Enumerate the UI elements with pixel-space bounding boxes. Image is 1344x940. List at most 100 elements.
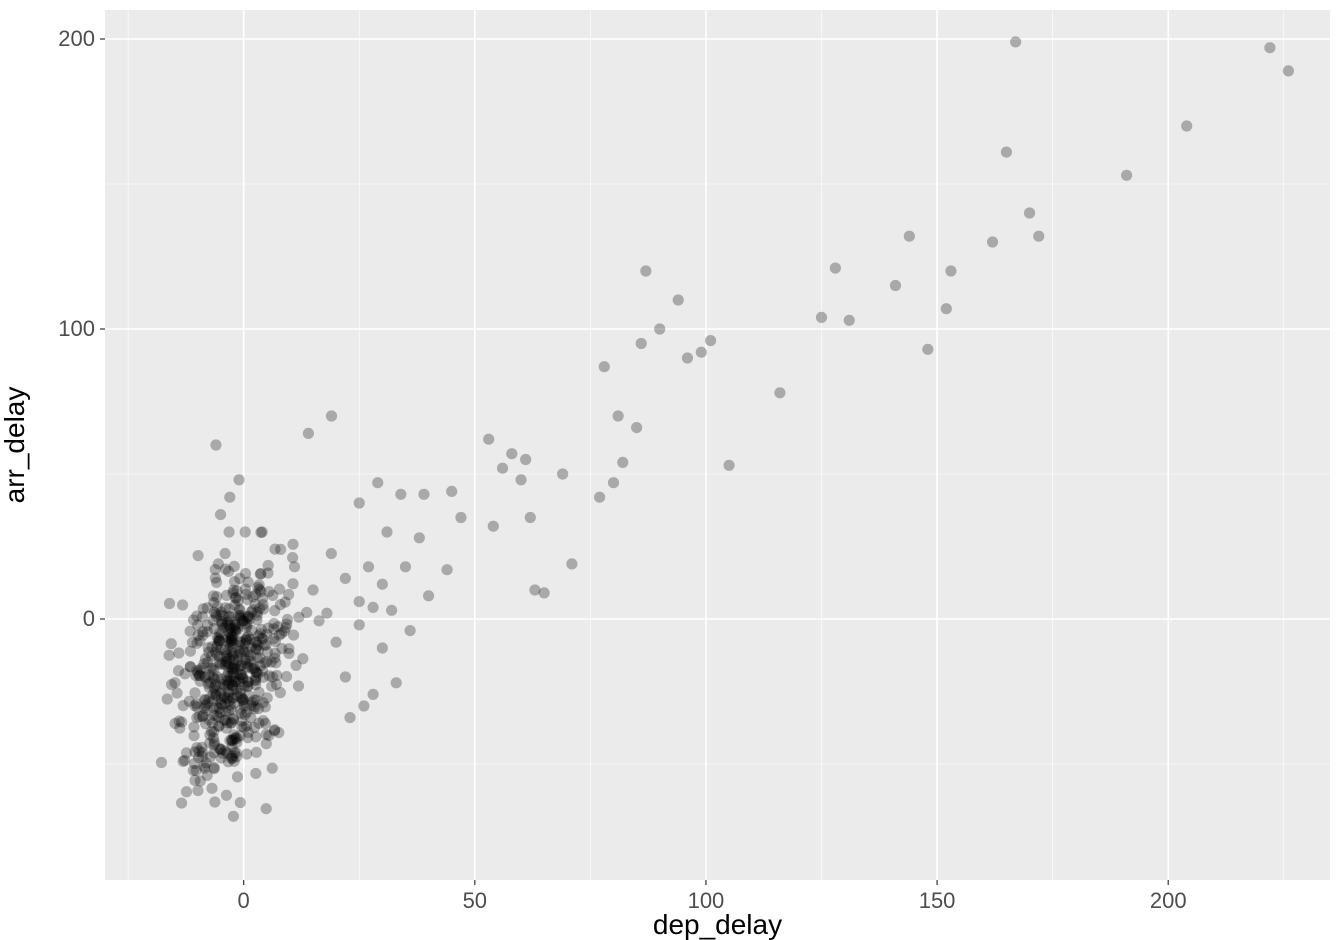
- data-point: [221, 790, 232, 801]
- data-point: [441, 564, 452, 575]
- data-point: [705, 335, 716, 346]
- data-point: [673, 294, 684, 305]
- data-point: [1010, 36, 1021, 47]
- x-tick-label: 0: [238, 888, 250, 913]
- data-point: [1001, 147, 1012, 158]
- data-point: [209, 796, 220, 807]
- data-point: [987, 236, 998, 247]
- data-point: [246, 700, 257, 711]
- data-point: [488, 521, 499, 532]
- data-point: [414, 532, 425, 543]
- data-point: [181, 786, 192, 797]
- data-point: [844, 315, 855, 326]
- data-point: [213, 633, 224, 644]
- data-point: [256, 624, 267, 635]
- data-point: [215, 744, 226, 755]
- data-point: [250, 768, 261, 779]
- data-point: [358, 700, 369, 711]
- data-point: [166, 638, 177, 649]
- data-point: [904, 231, 915, 242]
- data-point: [224, 492, 235, 503]
- data-point: [377, 642, 388, 653]
- data-point: [251, 607, 262, 618]
- data-point: [177, 756, 188, 767]
- data-point: [189, 758, 200, 769]
- data-point: [354, 596, 365, 607]
- data-point: [248, 663, 259, 674]
- data-point: [539, 587, 550, 598]
- data-point: [291, 660, 302, 671]
- data-point: [344, 712, 355, 723]
- data-point: [257, 526, 268, 537]
- data-point: [282, 614, 293, 625]
- data-point: [515, 474, 526, 485]
- plot-panel: [105, 10, 1330, 880]
- data-point: [242, 677, 253, 688]
- data-point: [226, 734, 237, 745]
- data-point: [232, 771, 243, 782]
- x-axis-title: dep_delay: [653, 909, 782, 940]
- data-point: [640, 265, 651, 276]
- data-point: [283, 589, 294, 600]
- data-point: [270, 657, 281, 668]
- data-point: [204, 737, 215, 748]
- scatter-chart: 0501001502000100200dep_delayarr_delay: [0, 0, 1344, 940]
- data-point: [210, 572, 221, 583]
- chart-svg: 0501001502000100200dep_delayarr_delay: [0, 0, 1344, 940]
- data-point: [281, 671, 292, 682]
- data-point: [223, 676, 234, 687]
- data-point: [171, 687, 182, 698]
- data-point: [506, 448, 517, 459]
- data-point: [520, 454, 531, 465]
- y-axis-title: arr_delay: [0, 387, 30, 504]
- x-tick-label: 150: [919, 888, 956, 913]
- data-point: [617, 457, 628, 468]
- y-tick-label: 0: [83, 606, 95, 631]
- data-point: [1033, 231, 1044, 242]
- x-tick-label: 200: [1150, 888, 1187, 913]
- data-point: [220, 548, 231, 559]
- data-point: [289, 561, 300, 572]
- data-point: [340, 573, 351, 584]
- x-tick-label: 50: [463, 888, 487, 913]
- data-point: [254, 584, 265, 595]
- data-point: [287, 539, 298, 550]
- data-point: [229, 599, 240, 610]
- data-point: [235, 797, 246, 808]
- data-point: [890, 280, 901, 291]
- data-point: [275, 544, 286, 555]
- data-point: [224, 526, 235, 537]
- data-point: [215, 509, 226, 520]
- data-point: [270, 636, 281, 647]
- data-point: [331, 637, 342, 648]
- data-point: [206, 650, 217, 661]
- data-point: [197, 626, 208, 637]
- data-point: [381, 526, 392, 537]
- data-point: [288, 629, 299, 640]
- data-point: [557, 468, 568, 479]
- data-point: [210, 439, 221, 450]
- data-point: [1121, 170, 1132, 181]
- data-point: [608, 477, 619, 488]
- data-point: [215, 644, 226, 655]
- data-point: [192, 785, 203, 796]
- data-point: [240, 526, 251, 537]
- data-point: [234, 573, 245, 584]
- data-point: [210, 608, 221, 619]
- data-point: [260, 701, 271, 712]
- data-point: [303, 428, 314, 439]
- data-point: [177, 599, 188, 610]
- data-point: [922, 344, 933, 355]
- data-point: [631, 422, 642, 433]
- data-point: [1283, 65, 1294, 76]
- data-point: [483, 434, 494, 445]
- data-point: [293, 612, 304, 623]
- data-point: [1181, 120, 1192, 131]
- data-point: [941, 303, 952, 314]
- data-point: [372, 477, 383, 488]
- data-point: [1024, 207, 1035, 218]
- data-point: [206, 783, 217, 794]
- data-point: [446, 486, 457, 497]
- y-tick-label: 200: [58, 26, 95, 51]
- data-point: [188, 721, 199, 732]
